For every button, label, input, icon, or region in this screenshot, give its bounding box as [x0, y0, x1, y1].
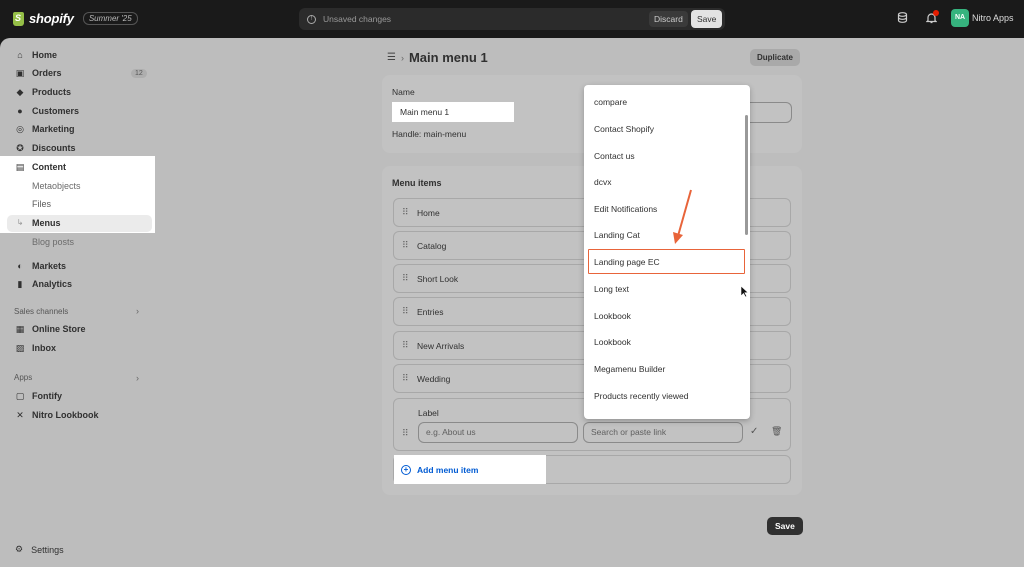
- database-icon[interactable]: [896, 12, 909, 25]
- page-title: Main menu 1: [408, 50, 488, 65]
- handle-text: Handle: main-menu: [392, 129, 467, 139]
- sidebar-item-analytics[interactable]: ▮ Analytics: [0, 275, 160, 293]
- drag-handle-icon[interactable]: ⠿: [402, 340, 409, 351]
- content-icon: ▤: [15, 162, 25, 172]
- inbox-icon: ▨: [15, 343, 25, 353]
- lookbook-icon: ✕: [16, 410, 24, 420]
- dropdown-option[interactable]: Contact us: [594, 151, 635, 161]
- chevron-right-icon[interactable]: ›: [136, 373, 139, 383]
- dropdown-option[interactable]: Contact Shopify: [594, 124, 654, 134]
- person-icon: ●: [17, 106, 23, 116]
- sidebar: ⌂ Home ▣ Orders 12 ◆ Products ● Customer…: [0, 38, 160, 567]
- plus-circle-icon: +: [401, 464, 411, 475]
- dropdown-option[interactable]: Edit Notifications: [594, 204, 657, 214]
- dropdown-option[interactable]: Long text: [594, 284, 629, 294]
- sub-branch-icon: ↳: [16, 218, 24, 227]
- sales-channels-heading: Sales channels: [14, 307, 69, 316]
- info-icon: !: [307, 14, 316, 24]
- notification-dot: [933, 10, 939, 16]
- sidebar-item-files[interactable]: Files: [0, 195, 160, 213]
- name-label: Name: [392, 87, 415, 97]
- sidebar-item-blog-posts[interactable]: Blog posts: [0, 233, 160, 251]
- target-icon: ◎: [16, 124, 24, 134]
- check-icon[interactable]: ✓: [750, 426, 758, 437]
- brand-name: shopify: [29, 11, 74, 26]
- name-value: Main menu 1: [400, 107, 450, 117]
- drag-handle-icon[interactable]: ⠿: [402, 306, 409, 317]
- drag-handle-icon[interactable]: ⠿: [402, 373, 409, 384]
- dropdown-option[interactable]: dcvx: [594, 177, 611, 187]
- dropdown-option[interactable]: Landing Cat: [594, 230, 640, 240]
- unsaved-changes-bar: ! Unsaved changes Discard Save: [299, 8, 725, 30]
- sidebar-item-fontify[interactable]: ▢ Fontify: [0, 387, 160, 405]
- link-search-input[interactable]: Search or paste link: [583, 422, 743, 443]
- label-input[interactable]: e.g. About us: [418, 422, 578, 443]
- menu-icon[interactable]: ☰: [387, 52, 396, 63]
- sidebar-item-online-store[interactable]: ▦ Online Store: [0, 320, 160, 338]
- top-bar: shopify Summer '25 ! Unsaved changes Dis…: [0, 0, 1024, 38]
- highlight-box: [588, 249, 745, 274]
- sidebar-item-orders[interactable]: ▣ Orders 12: [0, 64, 160, 82]
- shopify-logo[interactable]: shopify Summer '25: [13, 11, 138, 26]
- sidebar-item-products[interactable]: ◆ Products: [0, 83, 160, 101]
- sidebar-item-settings[interactable]: ⚙ Settings: [15, 544, 64, 555]
- store-name[interactable]: Nitro Apps: [972, 13, 1014, 23]
- season-badge: Summer '25: [82, 12, 138, 25]
- unsaved-message: Unsaved changes: [323, 14, 392, 24]
- dropdown-option[interactable]: Megamenu Builder: [594, 364, 665, 374]
- save-button-top[interactable]: Save: [691, 10, 723, 28]
- fontify-icon: ▢: [15, 391, 25, 401]
- discount-icon: ✪: [16, 143, 24, 153]
- dropdown-scrollbar[interactable]: [745, 115, 748, 235]
- chart-icon: ▮: [17, 279, 23, 289]
- duplicate-button[interactable]: Duplicate: [750, 49, 801, 66]
- drag-handle-icon[interactable]: ⠿: [402, 273, 409, 284]
- sidebar-item-home[interactable]: ⌂ Home: [0, 46, 160, 64]
- label-caption: Label: [418, 408, 439, 418]
- dropdown-option[interactable]: Lookbook: [594, 337, 631, 347]
- sidebar-item-marketing[interactable]: ◎ Marketing: [0, 120, 160, 138]
- drag-handle-icon[interactable]: ⠿: [402, 240, 409, 251]
- trash-icon[interactable]: 🗑: [771, 426, 782, 437]
- name-field-border[interactable]: [746, 102, 792, 123]
- sidebar-item-markets[interactable]: ◐ Markets: [0, 257, 160, 275]
- apps-heading: Apps: [14, 373, 33, 382]
- sidebar-item-content[interactable]: ▤ Content: [0, 158, 160, 176]
- shopify-bag-icon: [13, 11, 24, 26]
- avatar[interactable]: NA: [951, 9, 969, 27]
- drag-handle-icon[interactable]: ⠿: [402, 207, 409, 218]
- chevron-right-icon: ›: [400, 52, 404, 63]
- orders-badge: 12: [131, 68, 147, 78]
- dropdown-option[interactable]: Lookbook: [594, 311, 631, 321]
- sidebar-item-nitro-lookbook[interactable]: ✕ Nitro Lookbook: [0, 406, 160, 424]
- gear-icon: ⚙: [15, 544, 24, 554]
- sidebar-item-metaobjects[interactable]: Metaobjects: [0, 177, 160, 195]
- add-menu-item-button[interactable]: + Add menu item: [394, 455, 546, 484]
- sidebar-item-menus[interactable]: ↳ Menus: [0, 214, 160, 232]
- drag-handle-icon[interactable]: ⠿: [402, 428, 409, 439]
- breadcrumb: ☰ › Main menu 1: [387, 50, 488, 65]
- discard-button[interactable]: Discard: [649, 11, 688, 27]
- dropdown-option[interactable]: compare: [594, 97, 627, 107]
- home-icon: ⌂: [17, 50, 23, 60]
- globe-icon: ◐: [17, 261, 23, 271]
- name-field[interactable]: Main menu 1: [392, 102, 514, 122]
- dropdown-option[interactable]: Products recently viewed: [594, 391, 689, 401]
- save-button[interactable]: Save: [767, 517, 803, 535]
- sidebar-item-inbox[interactable]: ▨ Inbox: [0, 339, 160, 357]
- sidebar-item-customers[interactable]: ● Customers: [0, 102, 160, 120]
- sidebar-item-discounts[interactable]: ✪ Discounts: [0, 139, 160, 157]
- orders-icon: ▣: [15, 68, 25, 78]
- store-icon: ▦: [15, 324, 25, 334]
- menu-items-title: Menu items: [392, 178, 442, 188]
- chevron-right-icon[interactable]: ›: [136, 306, 139, 316]
- tag-icon: ◆: [16, 87, 24, 97]
